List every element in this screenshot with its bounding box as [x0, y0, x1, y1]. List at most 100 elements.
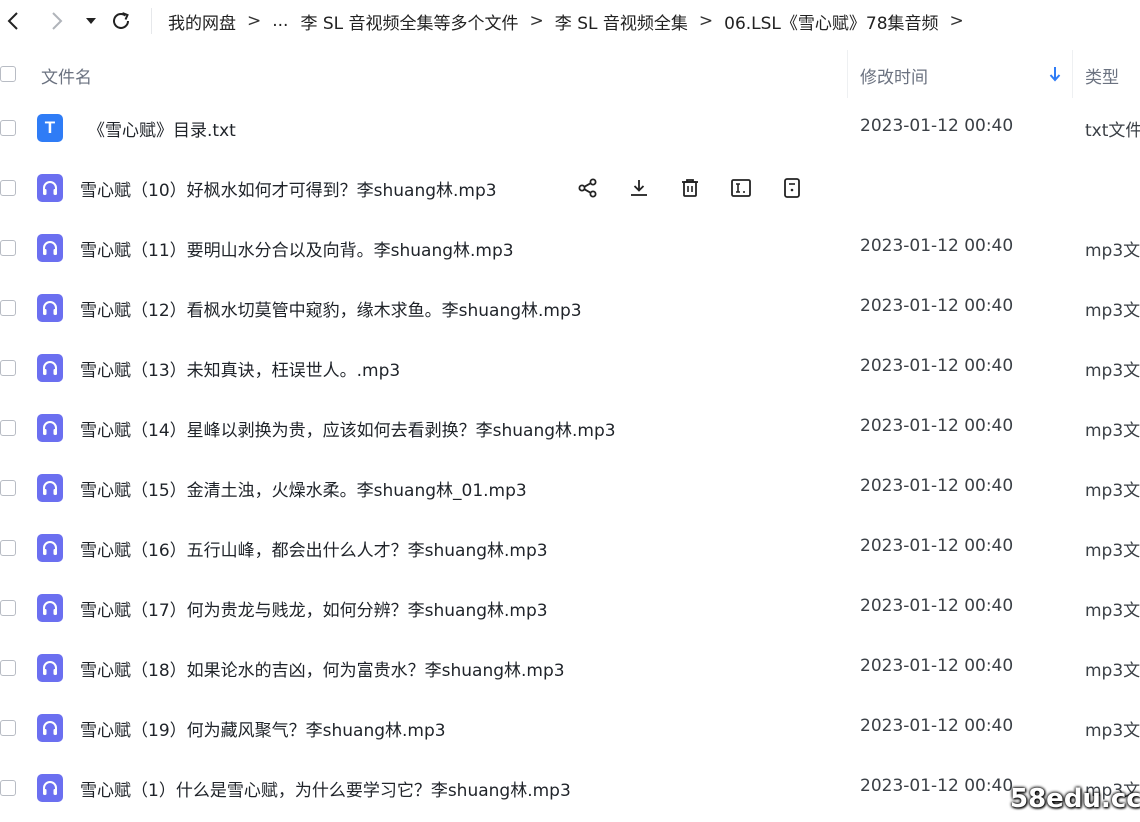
file-row[interactable]: 雪心赋（10）好枫水如何才可得到？李shuang林.mp3	[0, 158, 1140, 218]
txt-file-icon: T	[37, 114, 63, 142]
file-modified-time: 2023-01-12 00:40	[860, 236, 1014, 256]
breadcrumb-separator: >	[698, 11, 714, 31]
sort-descending-icon[interactable]	[1049, 66, 1061, 82]
file-type: mp3文件	[1085, 361, 1140, 381]
file-modified-time: 2023-01-12 00:40	[860, 776, 1014, 796]
file-name[interactable]: 雪心赋（17）何为贵龙与贱龙，如何分辨？李shuang林.mp3	[80, 596, 548, 621]
file-row[interactable]: 雪心赋（1）什么是雪心赋，为什么要学习它？李shuang林.mp3 2023-01…	[0, 758, 1140, 818]
row-checkbox[interactable]	[0, 480, 16, 496]
breadcrumb-item[interactable]: 我的网盘	[168, 9, 236, 34]
file-modified-time: 2023-01-12 00:40	[860, 536, 1014, 556]
audio-file-icon	[37, 414, 63, 442]
file-name[interactable]: 雪心赋（1）什么是雪心赋，为什么要学习它？李shuang林.mp3	[80, 776, 571, 801]
file-type: mp3文件	[1085, 721, 1140, 741]
watermark: 58edu.cc	[1010, 784, 1140, 814]
file-name[interactable]: 雪心赋（19）何为藏风聚气？李shuang林.mp3	[80, 716, 446, 741]
file-name[interactable]: 雪心赋（16）五行山峰，都会出什么人才？李shuang林.mp3	[80, 536, 548, 561]
row-checkbox[interactable]	[0, 420, 16, 436]
breadcrumb-separator: >	[247, 11, 262, 31]
breadcrumb-item[interactable]: 李 SL 音视频全集	[555, 9, 688, 34]
file-type: mp3文件	[1085, 301, 1140, 321]
file-name[interactable]: 雪心赋（12）看枫水切莫管中窥豹，缘木求鱼。李shuang林.mp3	[80, 296, 582, 321]
row-checkbox[interactable]	[0, 780, 16, 796]
file-modified-time: 2023-01-12 00:40	[860, 116, 1014, 136]
file-row[interactable]: T 《雪心赋》目录.txt 2023-01-12 00:40 txt文件	[0, 98, 1140, 158]
file-type: mp3文件	[1085, 421, 1140, 441]
file-row[interactable]: 雪心赋（17）何为贵龙与贱龙，如何分辨？李shuang林.mp3 2023-01-…	[0, 578, 1140, 638]
row-actions	[575, 172, 830, 204]
audio-file-icon	[37, 294, 63, 322]
file-row[interactable]: 雪心赋（13）未知真诀，枉误世人。.mp3 2023-01-12 00:40 mp3…	[0, 338, 1140, 398]
file-modified-time: 2023-01-12 00:40	[860, 596, 1014, 616]
file-type: mp3文件	[1085, 481, 1140, 501]
row-checkbox[interactable]	[0, 120, 16, 136]
file-modified-time: 2023-01-12 00:40	[860, 296, 1014, 316]
audio-file-icon	[37, 714, 63, 742]
row-checkbox[interactable]	[0, 180, 16, 196]
audio-file-icon	[37, 234, 63, 262]
file-list-header: 文件名 修改时间 类型	[0, 50, 1140, 98]
audio-file-icon	[37, 774, 63, 802]
file-name[interactable]: 雪心赋（13）未知真诀，枉误世人。.mp3	[80, 356, 400, 381]
audio-file-icon	[37, 594, 63, 622]
breadcrumb-separator: >	[529, 11, 544, 31]
refresh-icon[interactable]	[108, 8, 134, 34]
row-checkbox[interactable]	[0, 540, 16, 556]
file-type: mp3文件	[1085, 541, 1140, 561]
back-icon[interactable]	[0, 8, 26, 34]
row-checkbox[interactable]	[0, 720, 16, 736]
file-name[interactable]: 《雪心赋》目录.txt	[88, 116, 236, 141]
row-checkbox[interactable]	[0, 300, 16, 316]
delete-icon[interactable]	[677, 175, 703, 201]
audio-file-icon	[37, 174, 63, 202]
file-name[interactable]: 雪心赋（11）要明山水分合以及向背。李shuang林.mp3	[80, 236, 514, 261]
audio-file-icon	[37, 654, 63, 682]
row-checkbox[interactable]	[0, 660, 16, 676]
file-row[interactable]: 雪心赋（18）如果论水的吉凶，何为富贵水？李shuang林.mp3 2023-01…	[0, 638, 1140, 698]
breadcrumb-item[interactable]: 李 SL 音视频全集等多个文件	[300, 9, 518, 34]
file-row[interactable]: 雪心赋（15）金清土浊，火燥水柔。李shuang林_01.mp3 2023-01-…	[0, 458, 1140, 518]
audio-file-icon	[37, 474, 63, 502]
file-row[interactable]: 雪心赋（12）看枫水切莫管中窥豹，缘木求鱼。李shuang林.mp3 2023-0…	[0, 278, 1140, 338]
row-checkbox[interactable]	[0, 360, 16, 376]
download-icon[interactable]	[626, 175, 652, 201]
file-row[interactable]: 雪心赋（19）何为藏风聚气？李shuang林.mp3 2023-01-12 00:…	[0, 698, 1140, 758]
column-header-name[interactable]: 文件名	[41, 63, 92, 88]
column-divider[interactable]	[847, 50, 848, 98]
file-row[interactable]: 雪心赋（11）要明山水分合以及向背。李shuang林.mp3 2023-01-12…	[0, 218, 1140, 278]
file-name[interactable]: 雪心赋（18）如果论水的吉凶，何为富贵水？李shuang林.mp3	[80, 656, 565, 681]
file-name[interactable]: 雪心赋（15）金清土浊，火燥水柔。李shuang林_01.mp3	[80, 476, 527, 501]
column-header-type[interactable]: 类型	[1085, 63, 1119, 88]
breadcrumb-item[interactable]: ...	[272, 11, 288, 31]
file-modified-time: 2023-01-12 00:40	[860, 476, 1014, 496]
file-name[interactable]: 雪心赋（14）星峰以剥换为贵，应该如何去看剥换？李shuang林.mp3	[80, 416, 616, 441]
file-name[interactable]: 雪心赋（10）好枫水如何才可得到？李shuang林.mp3	[80, 176, 497, 201]
audio-file-icon	[37, 354, 63, 382]
nav-divider	[151, 8, 152, 34]
file-type: mp3文件	[1085, 601, 1140, 621]
column-header-time[interactable]: 修改时间	[860, 63, 928, 88]
file-type: txt文件	[1085, 121, 1140, 141]
share-icon[interactable]	[575, 175, 601, 201]
file-type: mp3文件	[1085, 241, 1140, 261]
file-type: mp3文件	[1085, 661, 1140, 681]
row-checkbox[interactable]	[0, 600, 16, 616]
rename-icon[interactable]	[728, 175, 754, 201]
forward-icon[interactable]	[44, 8, 70, 34]
file-modified-time: 2023-01-12 00:40	[860, 416, 1014, 436]
file-row[interactable]: 雪心赋（16）五行山峰，都会出什么人才？李shuang林.mp3 2023-01-…	[0, 518, 1140, 578]
history-dropdown-icon[interactable]	[78, 8, 104, 34]
breadcrumb-separator: >	[949, 11, 964, 31]
breadcrumb-item-current[interactable]: 06.LSL《雪心赋》78集音频	[724, 9, 938, 34]
select-all-checkbox[interactable]	[0, 66, 16, 82]
file-modified-time: 2023-01-12 00:40	[860, 656, 1014, 676]
row-checkbox[interactable]	[0, 240, 16, 256]
file-modified-time: 2023-01-12 00:40	[860, 716, 1014, 736]
column-divider[interactable]	[1072, 50, 1073, 98]
file-row[interactable]: 雪心赋（14）星峰以剥换为贵，应该如何去看剥换？李shuang林.mp3 2023…	[0, 398, 1140, 458]
file-modified-time: 2023-01-12 00:40	[860, 356, 1014, 376]
more-icon[interactable]	[779, 175, 805, 201]
breadcrumb: 我的网盘 > ... 李 SL 音视频全集等多个文件 > 李 SL 音视频全集 …	[168, 8, 975, 34]
top-nav-bar: 我的网盘 > ... 李 SL 音视频全集等多个文件 > 李 SL 音视频全集 …	[0, 0, 1140, 44]
audio-file-icon	[37, 534, 63, 562]
